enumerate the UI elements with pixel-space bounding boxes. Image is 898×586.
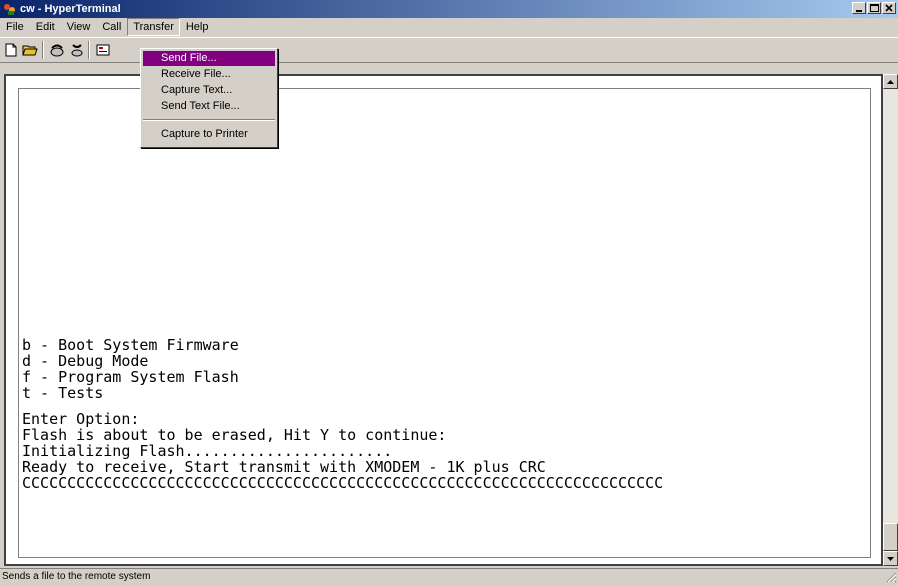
menu-item-capture-text[interactable]: Capture Text...	[143, 83, 275, 98]
resize-grip-icon[interactable]	[885, 571, 897, 583]
close-icon[interactable]	[882, 2, 896, 14]
terminal-line: d - Debug Mode	[22, 352, 149, 370]
terminal-output[interactable]: b - Boot System Firmware d - Debug Mode f …	[22, 321, 872, 507]
properties-icon[interactable]	[94, 41, 112, 59]
toolbar	[0, 37, 898, 63]
status-text: Sends a file to the remote system	[2, 571, 151, 582]
toolbar-separator	[42, 41, 44, 59]
terminal-line: Flash is about to be erased, Hit Y to co…	[22, 426, 447, 444]
title-bar: cw - HyperTerminal	[0, 0, 898, 18]
scroll-up-icon[interactable]	[883, 74, 898, 89]
terminal-line: Ready to receive, Start transmit with XM…	[22, 458, 546, 476]
minimize-icon[interactable]	[852, 2, 866, 14]
open-icon[interactable]	[21, 41, 39, 59]
window-title: cw - HyperTerminal	[20, 3, 121, 15]
vertical-scrollbar[interactable]	[883, 74, 898, 566]
menu-bar: File Edit View Call Transfer Help	[0, 18, 898, 36]
connect-icon[interactable]	[48, 41, 66, 59]
hyperterminal-icon[interactable]	[3, 2, 17, 16]
toolbar-separator	[88, 41, 90, 59]
scroll-down-icon[interactable]	[883, 551, 898, 566]
menu-view[interactable]: View	[61, 18, 97, 36]
menu-file[interactable]: File	[0, 18, 30, 36]
menu-call[interactable]: Call	[96, 18, 127, 36]
terminal-line: Initializing Flash......................…	[22, 442, 393, 460]
menu-help[interactable]: Help	[180, 18, 215, 36]
new-connection-icon[interactable]	[2, 41, 20, 59]
terminal-line: b - Boot System Firmware	[22, 336, 239, 354]
terminal-line: Enter Option:	[22, 410, 140, 428]
menu-edit[interactable]: Edit	[30, 18, 61, 36]
menu-item-receive-file[interactable]: Receive File...	[143, 67, 275, 82]
status-bar: Sends a file to the remote system	[0, 568, 898, 584]
maximize-icon[interactable]	[867, 2, 881, 14]
menu-item-send-file[interactable]: Send File...	[143, 51, 275, 66]
terminal-line: t - Tests	[22, 384, 104, 402]
scroll-thumb[interactable]	[883, 523, 898, 551]
disconnect-icon[interactable]	[68, 41, 86, 59]
menu-item-send-text-file[interactable]: Send Text File...	[143, 99, 275, 114]
terminal-line: f - Program System Flash	[22, 368, 239, 386]
transfer-menu: Send File... Receive File... Capture Tex…	[140, 48, 278, 148]
terminal-line: CCCCCCCCCCCCCCCCCCCCCCCCCCCCCCCCCCCCCCCC…	[22, 474, 664, 492]
menu-transfer[interactable]: Transfer	[127, 18, 180, 36]
menu-separator	[143, 119, 275, 121]
menu-item-capture-to-printer[interactable]: Capture to Printer	[143, 127, 275, 142]
